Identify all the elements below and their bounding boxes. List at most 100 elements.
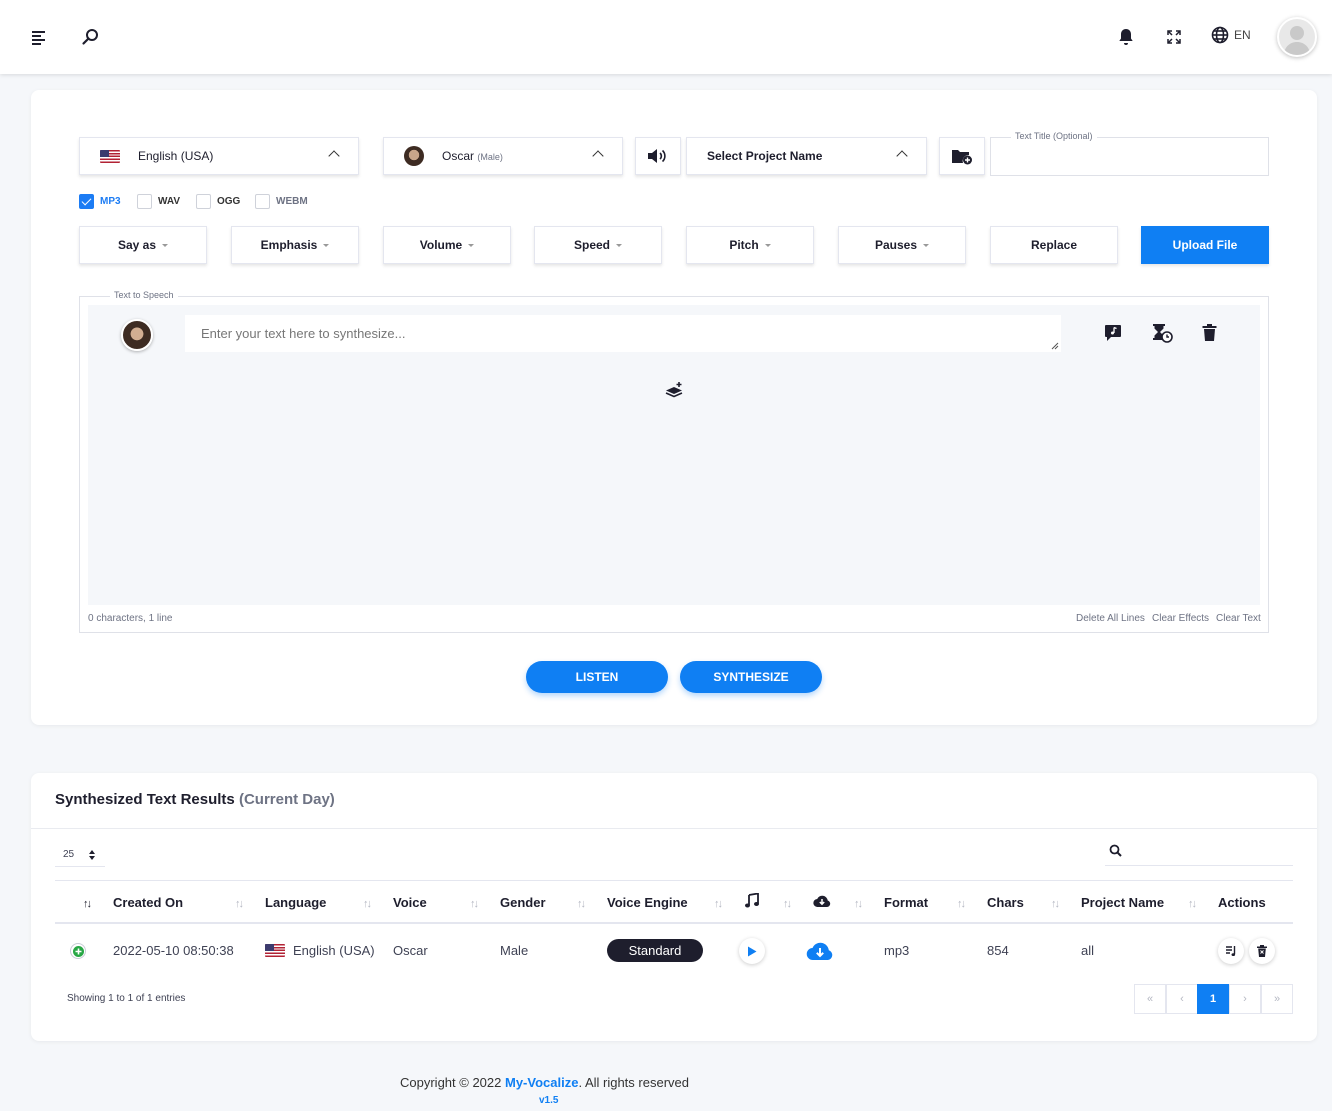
sort-arrows-icon[interactable]: ↑↓ <box>1051 898 1060 910</box>
sort-arrows-icon[interactable]: ↑↓ <box>957 898 966 910</box>
voice-dropdown[interactable]: Oscar (Male) <box>383 137 623 175</box>
project-dropdown[interactable]: Select Project Name <box>686 137 927 175</box>
delete-result-button[interactable] <box>1249 938 1275 964</box>
checkbox-box <box>79 194 94 209</box>
language-dropdown[interactable]: English (USA) <box>79 137 359 175</box>
hourglass-clock-icon[interactable] <box>1151 323 1173 346</box>
column-language[interactable]: Language <box>265 895 326 910</box>
language-code: EN <box>1234 28 1251 42</box>
preview-voice-button[interactable] <box>635 137 681 175</box>
sort-arrows-icon[interactable]: ↑↓ <box>470 898 479 910</box>
sort-arrows-icon <box>89 849 96 860</box>
chevron-up-icon <box>896 150 908 162</box>
format-wav-checkbox[interactable]: WAV <box>137 194 180 209</box>
text-title-legend: Text Title (Optional) <box>1011 131 1097 141</box>
sort-arrows-icon[interactable]: ↑↓ <box>1188 898 1197 910</box>
trash-icon[interactable] <box>1202 324 1217 344</box>
effect-label: Say as <box>117 238 157 252</box>
caret-down-icon <box>923 243 930 247</box>
resize-handle-icon[interactable] <box>1051 342 1059 350</box>
results-title: Synthesized Text Results (Current Day) <box>55 791 335 808</box>
table-top-border <box>55 880 1293 881</box>
search-icon[interactable] <box>79 26 101 48</box>
voice-engine-badge: Standard <box>607 939 703 962</box>
format-mp3-checkbox[interactable]: MP3 <box>79 194 121 209</box>
brand-link[interactable]: My-Vocalize <box>505 1075 578 1090</box>
replace-button[interactable]: Replace <box>990 226 1118 264</box>
effect-label: Speed <box>573 238 610 252</box>
column-chars[interactable]: Chars <box>987 895 1024 910</box>
caret-down-icon <box>764 243 771 247</box>
synthesize-button[interactable]: SYNTHESIZE <box>680 661 822 693</box>
format-label: WEBM <box>276 196 308 207</box>
clear-text-link[interactable]: Clear Text <box>1216 613 1261 624</box>
cloud-download-header-icon <box>813 894 831 911</box>
first-page-button[interactable]: « <box>1134 984 1166 1014</box>
pitch-button[interactable]: Pitch <box>686 226 814 264</box>
sort-arrows-icon[interactable]: ↑↓ <box>363 898 372 910</box>
add-line-icon[interactable] <box>665 380 685 401</box>
page-size-select[interactable]: 25 <box>55 843 105 867</box>
language-dropdown-label: English (USA) <box>138 149 214 163</box>
delete-all-lines-link[interactable]: Delete All Lines <box>1076 613 1145 624</box>
add-project-button[interactable] <box>939 137 985 175</box>
last-page-button[interactable]: » <box>1261 984 1293 1014</box>
sort-arrows-icon[interactable]: ↑↓ <box>854 898 863 910</box>
column-gender[interactable]: Gender <box>500 895 546 910</box>
voice-gender-tag: (Male) <box>477 152 503 162</box>
sort-arrows-icon[interactable]: ↑↓ <box>83 898 92 910</box>
play-icon <box>748 946 757 956</box>
format-ogg-checkbox[interactable]: OGG <box>196 194 240 209</box>
format-label: OGG <box>217 196 241 207</box>
music-note-icon <box>744 892 760 912</box>
project-dropdown-label: Select Project Name <box>707 149 823 163</box>
next-page-button[interactable]: › <box>1229 984 1261 1014</box>
sort-arrows-icon[interactable]: ↑↓ <box>714 898 723 910</box>
results-search-input[interactable] <box>1105 842 1293 866</box>
column-voice-engine[interactable]: Voice Engine <box>607 895 688 910</box>
text-title-field[interactable]: Text Title (Optional) <box>990 131 1269 176</box>
previous-page-button[interactable]: ‹ <box>1166 984 1198 1014</box>
checkbox-box <box>196 194 211 209</box>
caret-down-icon <box>616 243 622 247</box>
play-audio-button[interactable] <box>739 938 765 964</box>
listen-button[interactable]: LISTEN <box>526 661 668 693</box>
sort-arrows-icon[interactable]: ↑↓ <box>783 898 792 910</box>
us-flag-icon <box>265 944 285 957</box>
fullscreen-icon[interactable] <box>1163 26 1185 48</box>
upload-label: Upload File <box>1172 238 1238 252</box>
upload-file-button[interactable]: Upload File <box>1141 226 1269 264</box>
column-voice[interactable]: Voice <box>393 895 427 910</box>
us-flag-icon <box>100 149 120 163</box>
emphasis-button[interactable]: Emphasis <box>231 226 359 264</box>
column-created-on[interactable]: Created On <box>113 895 183 910</box>
sound-effect-icon[interactable] <box>1104 324 1122 345</box>
menu-icon[interactable] <box>28 26 50 48</box>
format-webm-checkbox[interactable]: WEBM <box>255 194 308 209</box>
download-audio-button[interactable] <box>806 939 834 964</box>
effect-label: Pauses <box>874 238 918 252</box>
bell-icon[interactable] <box>1115 26 1137 48</box>
speed-button[interactable]: Speed <box>534 226 662 264</box>
clear-effects-link[interactable]: Clear Effects <box>1152 613 1209 624</box>
pauses-button[interactable]: Pauses <box>838 226 966 264</box>
chevron-up-icon <box>328 150 340 162</box>
say-as-button[interactable]: Say as <box>79 226 207 264</box>
cell-gender: Male <box>500 943 529 958</box>
tts-text-input[interactable]: Enter your text here to synthesize... <box>185 315 1061 352</box>
expand-row-icon[interactable] <box>70 943 86 959</box>
column-actions: Actions <box>1218 895 1266 910</box>
user-avatar[interactable] <box>1277 17 1317 57</box>
column-format[interactable]: Format <box>884 895 928 910</box>
version-label: v1.5 <box>539 1095 559 1106</box>
sort-arrows-icon[interactable]: ↑↓ <box>577 898 586 910</box>
view-text-button[interactable] <box>1218 938 1244 964</box>
page-1-button[interactable]: 1 <box>1197 984 1229 1014</box>
volume-button[interactable]: Volume <box>383 226 511 264</box>
column-project-name[interactable]: Project Name <box>1081 895 1164 910</box>
search-icon <box>1109 844 1122 857</box>
results-title-suffix: (Current Day) <box>238 791 335 808</box>
line-voice-avatar[interactable] <box>121 319 153 351</box>
sort-arrows-icon[interactable]: ↑↓ <box>235 898 244 910</box>
language-selector[interactable]: EN <box>1211 26 1251 44</box>
